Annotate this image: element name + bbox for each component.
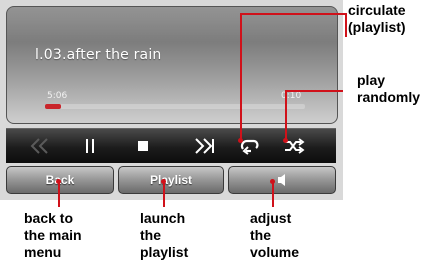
pause-icon[interactable] <box>70 129 110 163</box>
callout-line-back <box>58 181 60 207</box>
callout-circulate: circulate (playlist) <box>348 2 406 35</box>
callout-launch: launch the playlist <box>140 210 189 260</box>
progress-fill <box>45 104 61 109</box>
shuffle-icon[interactable] <box>274 129 314 163</box>
callout-volume: adjust the volume <box>250 210 300 260</box>
callout-dot-random <box>283 138 288 143</box>
now-playing-screen: l.03.after the rain 5:06 0:10 <box>6 6 338 124</box>
music-player-window: l.03.after the rain 5:06 0:10 Back Playl… <box>0 0 343 200</box>
callout-line-random <box>285 90 343 92</box>
callout-dot-circulate <box>238 138 243 143</box>
volume-button[interactable] <box>228 166 336 194</box>
callout-random: play randomly <box>357 72 421 105</box>
elapsed-time: 5:06 <box>47 91 68 101</box>
callout-line-volume <box>272 181 274 207</box>
repeat-icon[interactable] <box>229 129 269 163</box>
playlist-button[interactable]: Playlist <box>118 166 224 194</box>
callout-line-playlist <box>163 181 165 207</box>
callout-dot-playlist <box>161 179 166 184</box>
rewind-icon[interactable] <box>20 129 60 163</box>
track-title: l.03.after the rain <box>35 47 162 63</box>
callout-line-random <box>285 90 287 140</box>
callout-line-circulate <box>345 13 347 37</box>
speaker-icon <box>278 174 285 186</box>
progress-bar[interactable] <box>45 104 305 109</box>
callout-back: back to the main menu <box>24 210 82 260</box>
callout-line-circulate <box>240 13 347 15</box>
callout-dot-back <box>56 179 61 184</box>
callout-dot-volume <box>270 179 275 184</box>
callout-line-circulate <box>240 13 242 140</box>
stop-icon[interactable] <box>123 129 163 163</box>
fast-forward-icon[interactable] <box>184 129 224 163</box>
